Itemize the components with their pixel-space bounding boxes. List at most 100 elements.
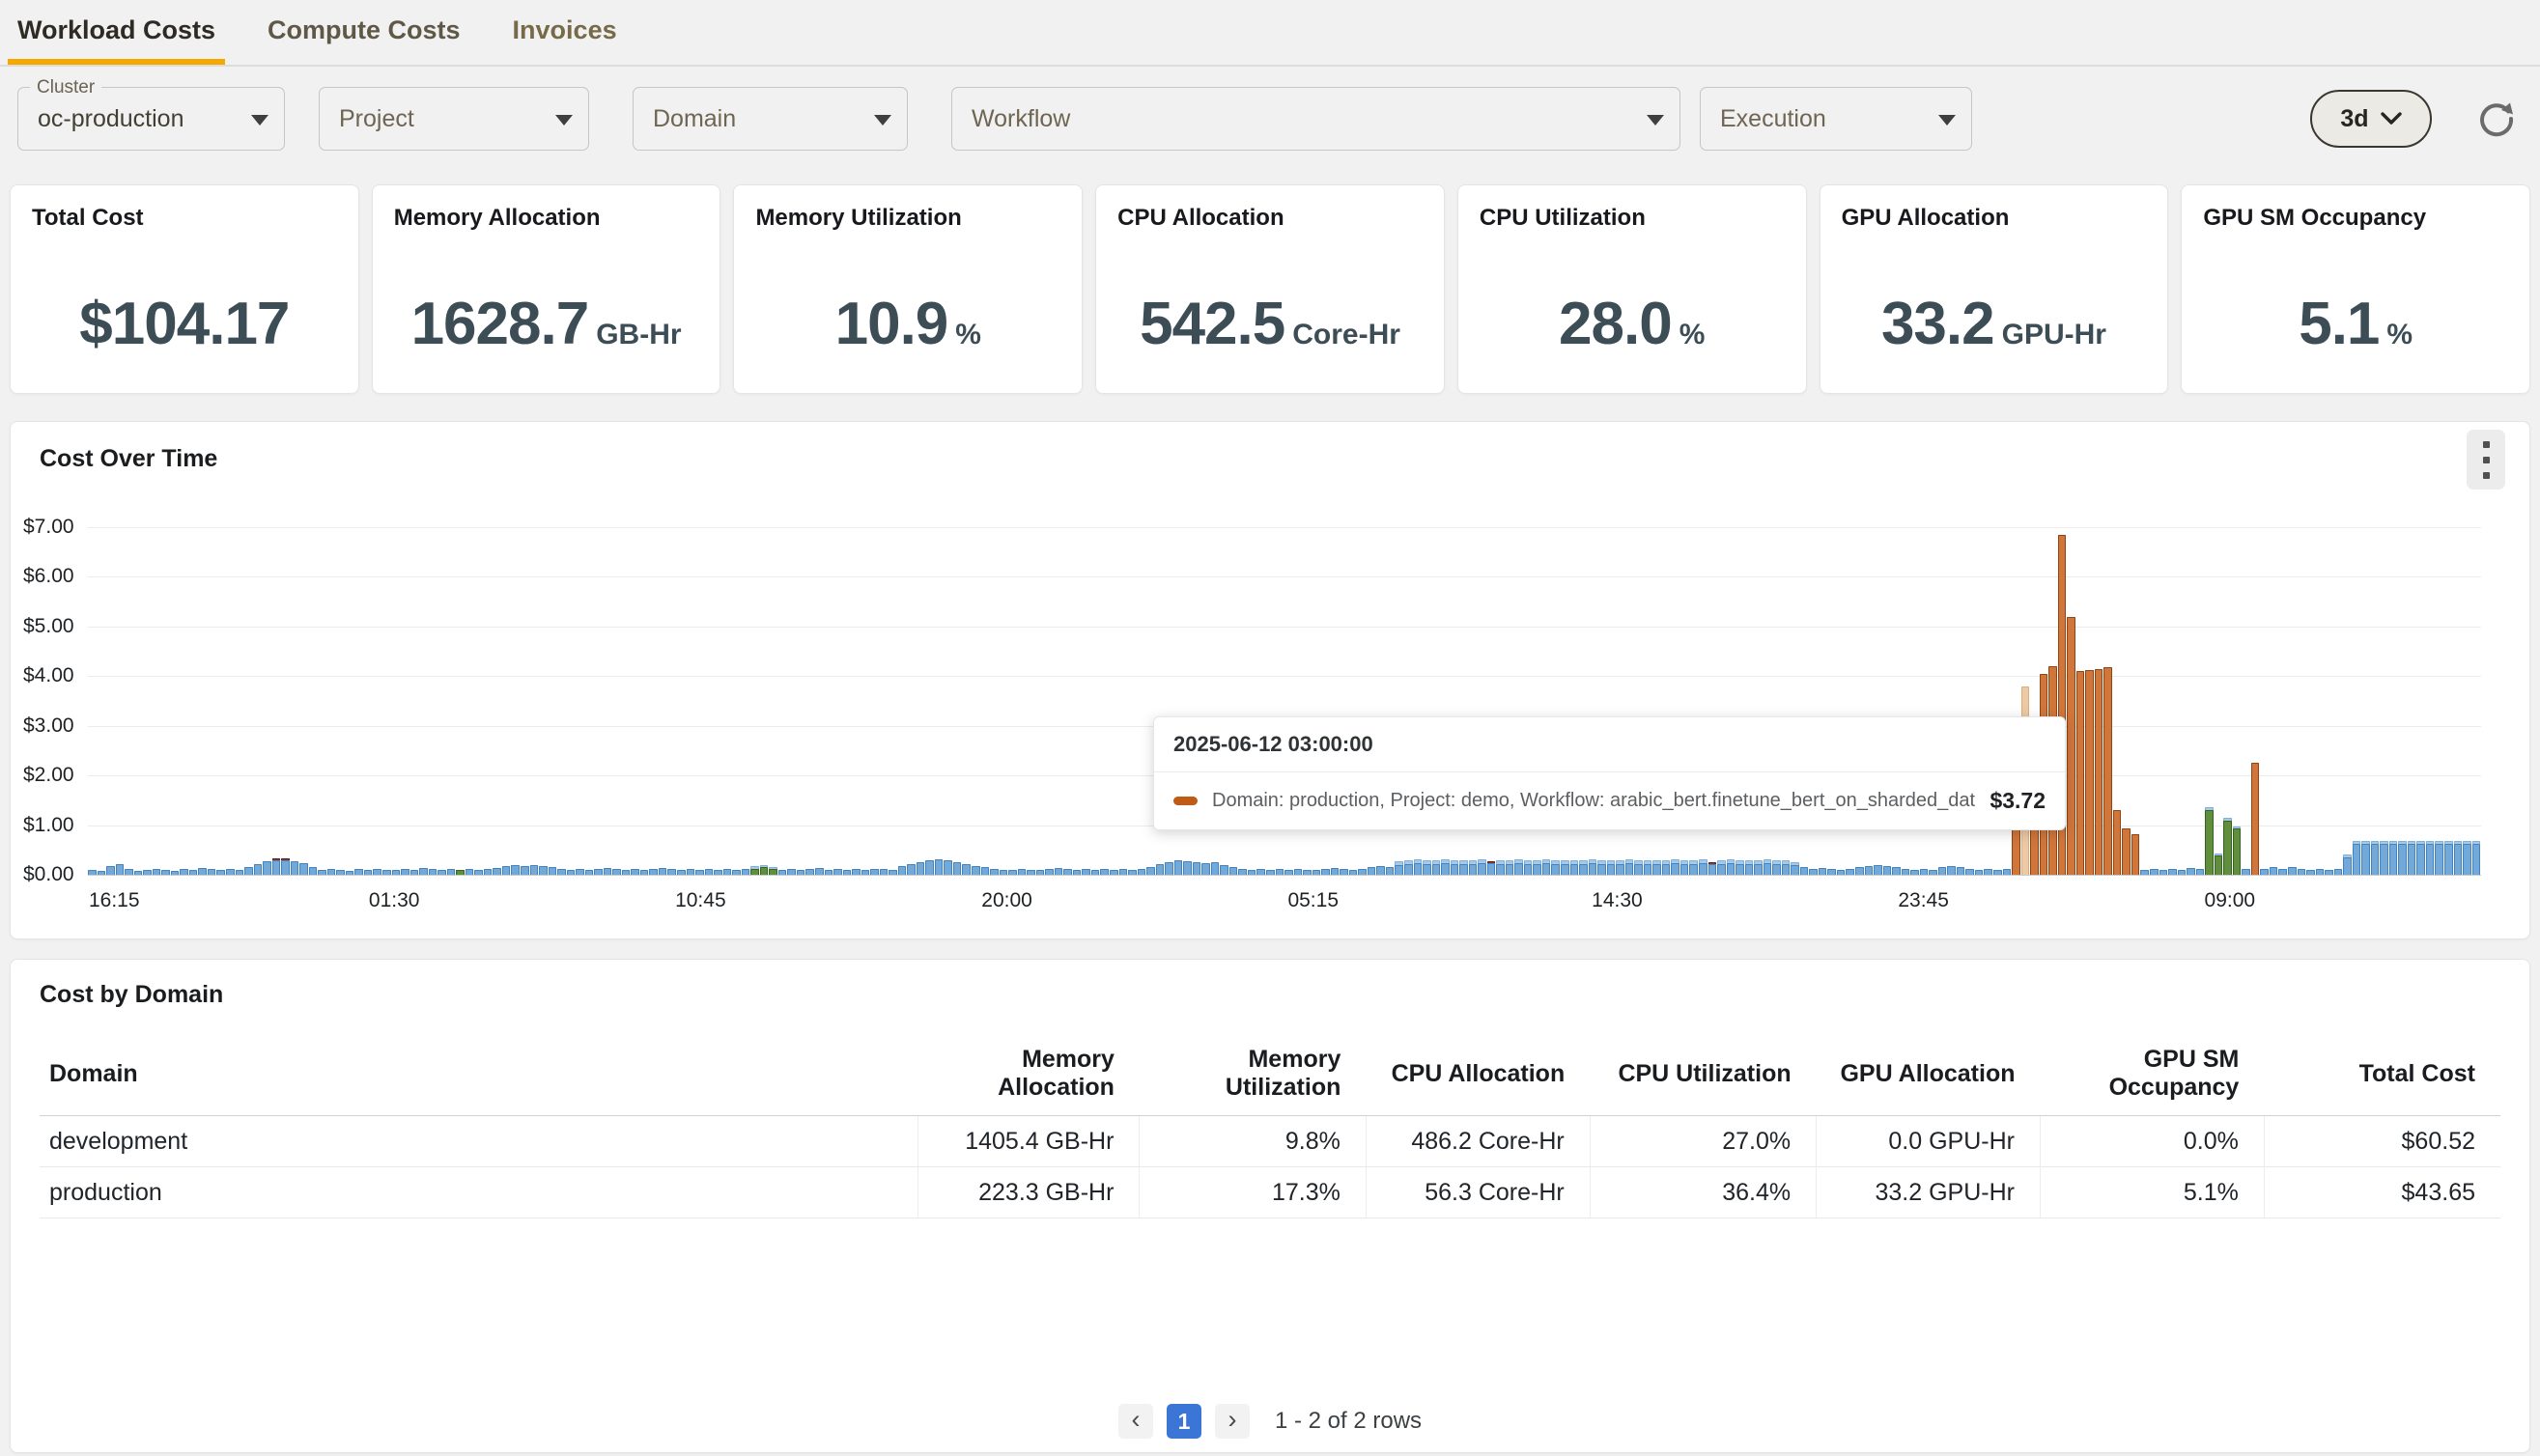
tab-compute-costs[interactable]: Compute Costs [258, 0, 470, 65]
chart-bar[interactable] [1957, 867, 1965, 875]
chart-bar[interactable] [530, 865, 539, 875]
tab-invoices[interactable]: Invoices [503, 0, 627, 65]
chart-bar[interactable] [2278, 869, 2287, 875]
chart-bar[interactable] [1772, 860, 1781, 875]
chart-bar[interactable] [1671, 859, 1679, 875]
chart-bar[interactable] [208, 869, 216, 875]
chart-bar[interactable] [1865, 866, 1874, 875]
domain-select[interactable]: Domain [633, 87, 908, 151]
chart-bar[interactable] [622, 870, 631, 875]
chart-bar[interactable] [2223, 818, 2232, 875]
chart-bar[interactable] [171, 871, 180, 875]
chart-bar[interactable] [2316, 869, 2325, 875]
chart-bar[interactable] [2298, 869, 2306, 875]
chart-bar[interactable] [1284, 870, 1293, 875]
chart-bar[interactable] [1902, 869, 1910, 875]
chart-bar[interactable] [1597, 860, 1606, 875]
chart-bar[interactable] [2325, 870, 2333, 875]
chart-bar[interactable] [484, 869, 493, 875]
chart-bar[interactable] [189, 870, 198, 875]
chart-bar[interactable] [1256, 869, 1265, 875]
chart-bar[interactable] [1386, 867, 1395, 875]
chart-bar[interactable] [805, 869, 814, 875]
chart-bar[interactable] [1727, 859, 1736, 875]
chart-bar[interactable] [2454, 841, 2463, 875]
chart-bar[interactable] [143, 870, 152, 875]
chart-bar[interactable] [2122, 828, 2131, 875]
chart-bar[interactable] [2233, 826, 2242, 875]
chart-bar[interactable] [649, 869, 658, 875]
page-1-button[interactable]: 1 [1167, 1404, 1201, 1439]
chart-bar[interactable] [1008, 870, 1017, 875]
chart-bar[interactable] [1376, 866, 1385, 875]
chart-bar[interactable] [2380, 841, 2388, 875]
chart-bar[interactable] [1947, 866, 1956, 875]
chart-bar[interactable] [1652, 860, 1661, 875]
chart-bar[interactable] [898, 866, 907, 875]
chart-bar[interactable] [2251, 763, 2260, 875]
prev-page-button[interactable]: ‹ [1118, 1404, 1153, 1439]
chart-bar[interactable] [2003, 869, 2012, 875]
chart-bar[interactable] [1524, 860, 1533, 875]
chart-bar[interactable] [2178, 870, 2187, 875]
chart-bar[interactable] [612, 869, 621, 875]
refresh-button[interactable] [2474, 97, 2519, 141]
chart-bar[interactable] [466, 869, 474, 875]
chart-bar[interactable] [1589, 859, 1597, 875]
chart-bar[interactable] [861, 870, 870, 875]
chart-bar[interactable] [2288, 867, 2297, 875]
chart-bar[interactable] [2270, 867, 2278, 875]
chart-bar[interactable] [1018, 869, 1027, 875]
chart-bar[interactable] [1551, 860, 1560, 875]
chart-bar[interactable] [1312, 870, 1321, 875]
chart-bar[interactable] [843, 870, 852, 875]
chart-bar[interactable] [1459, 860, 1468, 875]
chart-bar[interactable] [631, 869, 639, 875]
chart-bar[interactable] [1238, 869, 1247, 875]
chart-bar[interactable] [447, 869, 456, 875]
chart-bar[interactable] [153, 869, 161, 875]
chart-bar[interactable] [346, 871, 354, 875]
chart-bar[interactable] [2463, 841, 2471, 875]
chart-bar[interactable] [1883, 866, 1892, 875]
chart-bar[interactable] [1809, 869, 1818, 875]
chart-bar[interactable] [1478, 859, 1486, 875]
chart-bar[interactable] [557, 869, 566, 875]
chart-bar[interactable] [1496, 860, 1505, 875]
chart-bar[interactable] [1156, 864, 1165, 875]
chart-bar[interactable] [935, 859, 944, 875]
chart-bar[interactable] [327, 869, 336, 875]
chart-bar[interactable] [1229, 867, 1238, 875]
project-select[interactable]: Project [319, 87, 589, 151]
chart-bar[interactable] [456, 870, 465, 875]
chart-bar[interactable] [1634, 860, 1643, 875]
chart-bar[interactable] [2361, 841, 2370, 875]
chart-bar[interactable] [1644, 860, 1652, 875]
chart-bar[interactable] [1248, 870, 1256, 875]
chart-bar[interactable] [1303, 870, 1312, 875]
chart-bar[interactable] [1183, 861, 1192, 875]
chart-bar[interactable] [2113, 810, 2122, 875]
chart-bar[interactable] [272, 858, 281, 875]
chart-bar[interactable] [787, 869, 796, 875]
chart-bar[interactable] [125, 869, 133, 875]
chart-bar[interactable] [1487, 861, 1496, 875]
chart-bar[interactable] [373, 869, 381, 875]
chart-bar[interactable] [2435, 841, 2443, 875]
chart-bar[interactable] [594, 869, 603, 875]
chart-bar[interactable] [1073, 870, 1082, 875]
chart-bar[interactable] [1984, 869, 1992, 875]
chart-bar[interactable] [1091, 870, 1100, 875]
chart-bar[interactable] [1063, 869, 1072, 875]
chart-bar[interactable] [299, 863, 308, 875]
chart-bar[interactable] [1542, 859, 1551, 875]
chart-bar[interactable] [1800, 867, 1809, 875]
chart-bar[interactable] [354, 869, 363, 875]
chart-bar[interactable] [2131, 834, 2140, 875]
chart-bar[interactable] [640, 870, 649, 875]
chart-bar[interactable] [2353, 841, 2361, 875]
chart-bar[interactable] [1533, 860, 1541, 875]
chart-bar[interactable] [1174, 860, 1183, 875]
chart-bar[interactable] [1165, 862, 1173, 875]
chart-bar[interactable] [797, 870, 805, 875]
